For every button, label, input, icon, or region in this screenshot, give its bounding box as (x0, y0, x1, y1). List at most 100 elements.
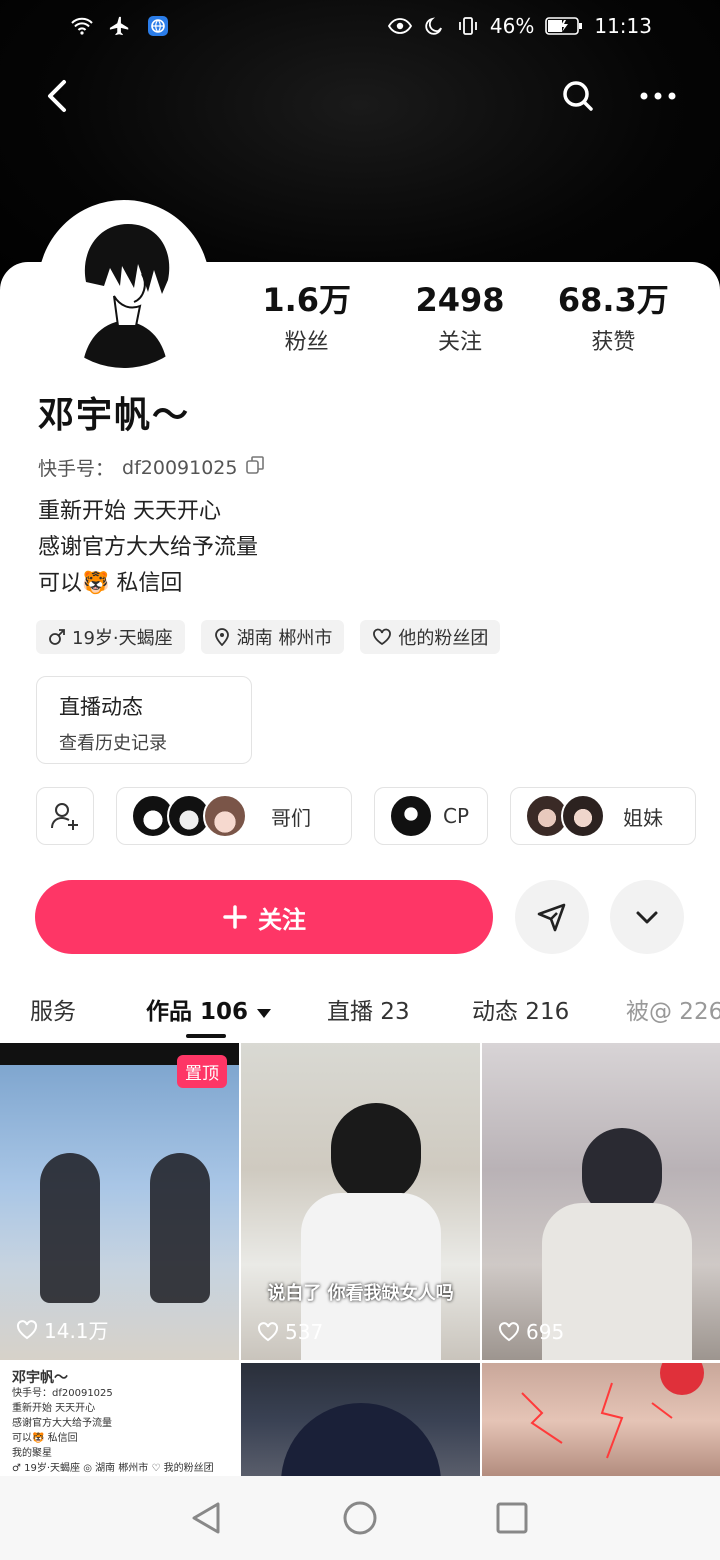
status-bar: 46% 11:13 (0, 0, 720, 56)
nav-home-button[interactable] (340, 1498, 380, 1538)
clock: 11:13 (594, 14, 652, 38)
group-avatars (389, 794, 433, 838)
heart-outline-icon (373, 628, 392, 646)
mini-name: 邓宇帆～ (12, 1370, 68, 1386)
follow-button[interactable]: 关注 (35, 880, 493, 954)
tag-text: 19岁·天蝎座 (72, 628, 173, 649)
group-bros[interactable]: 哥们 (116, 787, 352, 845)
live-history-card[interactable]: 直播动态 查看历史记录 (36, 676, 252, 764)
tab-works[interactable]: 作品 106 (146, 992, 272, 1026)
moon-icon (422, 14, 446, 38)
profile-tags: 19岁·天蝎座 湖南 郴州市 他的粉丝团 (36, 620, 501, 654)
group-avatars (525, 794, 605, 838)
tab-live[interactable]: 直播 23 (327, 992, 410, 1026)
group-label: CP (443, 804, 470, 828)
profile-name: 邓宇帆～ (38, 395, 191, 436)
eye-icon (387, 14, 412, 38)
video-thumbnail[interactable] (482, 1363, 720, 1476)
avatar[interactable] (38, 200, 210, 372)
bio-line: 重新开始 天天开心 (38, 499, 221, 524)
group-label: 哥们 (271, 805, 311, 830)
stat-likes[interactable]: 68.3万 获赞 (537, 280, 690, 356)
avatar (389, 794, 433, 838)
stat-fans[interactable]: 1.6万 粉丝 (230, 280, 383, 356)
circle-home-icon (343, 1501, 377, 1535)
mini-line: 感谢官方大大给予流量 (12, 1418, 112, 1429)
pinned-badge: 置顶 (177, 1055, 227, 1088)
more-button[interactable] (636, 74, 680, 118)
stat-label: 关注 (437, 330, 482, 355)
heart-outline-icon (16, 1319, 38, 1339)
mini-line: 我的聚星 (12, 1448, 52, 1459)
works-grid: 置顶 14.1万 说白了 你看我缺女人吗 537 695 邓宇帆～ 快手号：df… (0, 1043, 720, 1476)
copy-icon[interactable] (245, 455, 265, 480)
chevron-down-icon (636, 911, 658, 924)
group-cp[interactable]: CP (374, 787, 488, 845)
avatar (561, 794, 605, 838)
follow-label: 关注 (258, 905, 306, 934)
tag-text: 湖南 郴州市 (236, 628, 333, 649)
chevron-left-icon (48, 80, 66, 112)
tag-age: 19岁·天蝎座 (36, 620, 185, 654)
group-avatars (131, 794, 247, 838)
more-dots-icon (640, 92, 676, 100)
like-count: 537 (257, 1320, 323, 1344)
video-thumbnail[interactable]: 邓宇帆～ 快手号：df20091025 重新开始 天天开心 感谢官方大大给予流量… (0, 1363, 239, 1476)
bio-line: 可以🐯 私信回 (38, 571, 183, 596)
avatar (203, 794, 247, 838)
group-sisters[interactable]: 姐妹 (510, 787, 696, 845)
send-message-button[interactable] (515, 880, 589, 954)
kuaishou-id-row: 快手号： df20091025 (38, 454, 265, 481)
stat-following[interactable]: 2498 关注 (383, 280, 536, 356)
tag-location[interactable]: 湖南 郴州市 (200, 620, 345, 654)
live-title: 直播动态 (59, 695, 143, 719)
video-caption: 说白了 你看我缺女人吗 (267, 1283, 454, 1304)
send-icon (537, 903, 566, 932)
relationship-groups: 哥们 CP 姐妹 (36, 787, 696, 845)
stat-label: 粉丝 (284, 330, 329, 355)
nav-recents-button[interactable] (492, 1498, 532, 1538)
male-icon (49, 629, 65, 645)
mini-id: 快手号：df20091025 (12, 1388, 113, 1399)
tag-text: 他的粉丝团 (398, 628, 489, 649)
mini-line: 可以🐯 私信回 (12, 1433, 78, 1444)
search-button[interactable] (556, 74, 600, 118)
stat-number: 1.6万 (262, 281, 352, 319)
stat-number: 68.3万 (557, 281, 669, 319)
triangle-back-icon (192, 1502, 220, 1534)
mini-tags: ♂ 19岁·天蝎座 ◎ 湖南 郴州市 ♡ 我的粉丝团 (12, 1463, 214, 1474)
content-tabs: 服务 作品 106 直播 23 动态 216 被@ 226 (0, 980, 720, 1036)
airplane-icon (108, 14, 132, 38)
profile-bio: 重新开始 天天开心 感谢官方大大给予流量 可以🐯 私信回 (38, 494, 258, 602)
add-user-icon (51, 803, 78, 830)
stat-label: 获赞 (591, 330, 636, 355)
tag-fan-club[interactable]: 他的粉丝团 (360, 620, 501, 654)
video-thumbnail[interactable]: 695 (482, 1043, 720, 1360)
expand-button[interactable] (610, 880, 684, 954)
kuaishou-id-label: 快手号： (38, 458, 115, 480)
video-thumbnail[interactable]: 说白了 你看我缺女人吗 537 (241, 1043, 480, 1360)
tab-indicator (186, 1034, 226, 1038)
video-thumbnail[interactable]: 置顶 14.1万 (0, 1043, 239, 1360)
group-label: 姐妹 (623, 805, 663, 830)
kuaishou-id: df20091025 (122, 456, 238, 479)
heart-outline-icon (257, 1322, 279, 1342)
add-friend-button[interactable] (36, 787, 94, 845)
battery-percent: 46% (489, 14, 535, 38)
stat-number: 2498 (415, 281, 505, 319)
back-button[interactable] (36, 74, 80, 118)
tab-services[interactable]: 服务 (30, 992, 76, 1026)
video-thumbnail[interactable] (241, 1363, 480, 1476)
location-icon (214, 628, 229, 646)
search-icon (563, 81, 593, 111)
bio-line: 感谢官方大大给予流量 (38, 535, 259, 560)
square-recents-icon (496, 1502, 528, 1534)
nav-back-button[interactable] (186, 1498, 226, 1538)
live-subtitle: 查看历史记录 (59, 733, 167, 754)
plus-icon (223, 905, 247, 929)
tab-moments[interactable]: 动态 216 (472, 992, 569, 1026)
wifi-icon (70, 14, 94, 38)
system-nav-bar (0, 1476, 720, 1560)
tab-label: 作品 106 (146, 999, 249, 1025)
tab-mentions[interactable]: 被@ 226 (626, 992, 720, 1026)
